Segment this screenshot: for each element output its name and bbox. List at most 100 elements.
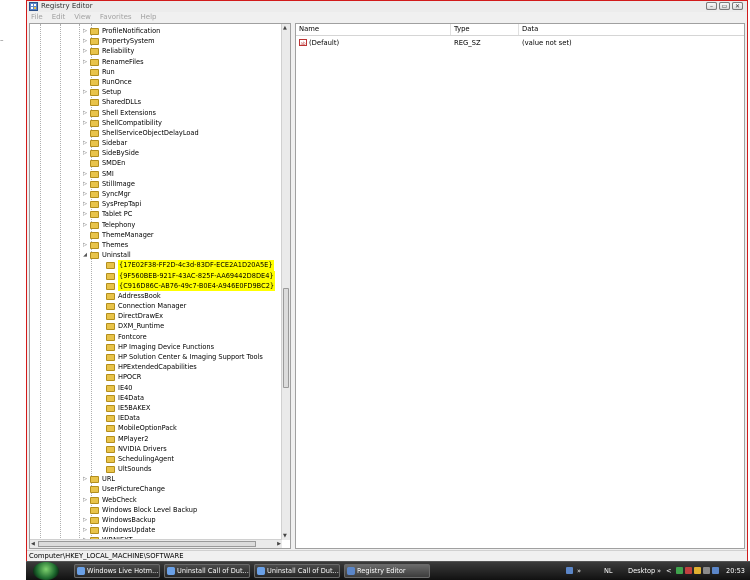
tree-item[interactable]: ShellServiceObjectDelayLoad	[30, 128, 282, 138]
tree-item[interactable]: ▷ StillImage	[30, 179, 282, 189]
expand-icon[interactable]: ▷	[82, 189, 88, 199]
tree-item[interactable]: {9F560BEB-921F-43AC-825F-AA69442D8DE4}	[30, 270, 282, 281]
collapse-icon[interactable]: ◢	[82, 250, 88, 260]
tree-item[interactable]: IEData	[30, 413, 282, 423]
expand-icon[interactable]: ▷	[82, 169, 88, 179]
expand-icon[interactable]: ▷	[82, 87, 88, 97]
tree-h-scroll-thumb[interactable]	[38, 541, 256, 547]
tree-item[interactable]: Fontcore	[30, 332, 282, 342]
tree-item[interactable]: MobileOptionPack	[30, 423, 282, 433]
close-button[interactable]: ✕	[732, 2, 743, 10]
taskbar-button-hotmail[interactable]: Windows Live Hotm...	[74, 564, 160, 578]
tree-item[interactable]: HPExtendedCapabilities	[30, 362, 282, 372]
tree-item[interactable]: ▷ RenameFiles	[30, 57, 282, 67]
expand-icon[interactable]: ▷	[82, 57, 88, 67]
expand-icon[interactable]: ▷	[82, 26, 88, 36]
expand-icon[interactable]: ▷	[82, 209, 88, 219]
tree-item[interactable]: {C916D86C-AB76-49c7-B0E4-A946E0FD9BC2}	[30, 280, 282, 291]
tree-item[interactable]: NVIDIA Drivers	[30, 444, 282, 454]
tree-item[interactable]: Connection Manager	[30, 301, 282, 311]
expand-icon[interactable]: ▷	[82, 46, 88, 56]
clock[interactable]: 20:53	[726, 562, 745, 580]
scroll-up-icon[interactable]: ▲	[283, 25, 287, 31]
tree-item[interactable]: SMDEn	[30, 158, 282, 168]
tree-item[interactable]: MPlayer2	[30, 434, 282, 444]
tree-item[interactable]: ▷ SyncMgr	[30, 189, 282, 199]
registry-tree[interactable]: ▷ ProfileNotification ▷ PropertySystem ▷ Reli…	[29, 23, 291, 549]
windows-start-icon[interactable]	[33, 562, 59, 580]
minimize-button[interactable]: –	[706, 2, 717, 10]
tree-item[interactable]: ThemeManager	[30, 230, 282, 240]
expand-icon[interactable]: ▷	[82, 220, 88, 230]
menu-help[interactable]: Help	[141, 12, 157, 22]
tree-item[interactable]: ▷ ProfileNotification	[30, 26, 282, 36]
tree-item[interactable]: ▷ WindowsBackup	[30, 515, 282, 525]
expand-icon[interactable]: ▷	[82, 474, 88, 484]
security-icon[interactable]	[676, 567, 683, 574]
tree-item[interactable]: RunOnce	[30, 77, 282, 87]
tree-item[interactable]: HP Solution Center & Imaging Support Too…	[30, 352, 282, 362]
maximize-button[interactable]: ▭	[719, 2, 730, 10]
tree-item[interactable]: UltSounds	[30, 464, 282, 474]
expand-icon[interactable]: ▷	[82, 515, 88, 525]
tree-item[interactable]: SchedulingAgent	[30, 454, 282, 464]
tree-item[interactable]: HPOCR	[30, 372, 282, 382]
values-list[interactable]: Name Type Data ab (Default) REG_SZ (valu…	[295, 23, 745, 549]
expand-icon[interactable]: ▷	[82, 199, 88, 209]
expand-icon[interactable]: ▷	[82, 525, 88, 535]
tree-item[interactable]: ◢ Uninstall	[30, 250, 282, 260]
taskbar-button-uninstall-2[interactable]: Uninstall Call of Dut...	[254, 564, 340, 578]
tree-item[interactable]: SharedDLLs	[30, 97, 282, 107]
value-row[interactable]: ab (Default) REG_SZ (value not set)	[296, 38, 744, 48]
tray-expand-icon[interactable]: <	[666, 562, 672, 580]
taskbar-button-registry-editor[interactable]: Registry Editor	[344, 564, 430, 578]
tree-vertical-scrollbar[interactable]: ▲ ▼	[281, 24, 290, 540]
tray-chevron[interactable]: »	[577, 562, 581, 580]
tree-item[interactable]: HP Imaging Device Functions	[30, 342, 282, 352]
tree-item[interactable]: ▷ ShellCompatibility	[30, 118, 282, 128]
language-indicator[interactable]: NL	[604, 562, 613, 580]
expand-icon[interactable]: ▷	[82, 495, 88, 505]
expand-icon[interactable]: ▷	[82, 148, 88, 158]
tree-item[interactable]: ▷ PropertySystem	[30, 36, 282, 46]
taskbar-button-uninstall-1[interactable]: Uninstall Call of Dut...	[164, 564, 250, 578]
network-icon[interactable]	[566, 567, 573, 574]
tree-item[interactable]: DXM_Runtime	[30, 321, 282, 331]
expand-icon[interactable]: ▷	[82, 118, 88, 128]
tree-horizontal-scrollbar[interactable]: ◀ ▶	[30, 539, 282, 548]
scroll-right-icon[interactable]: ▶	[277, 541, 281, 547]
column-header-name[interactable]: Name	[296, 24, 451, 35]
tree-item[interactable]: ▷ Telephony	[30, 220, 282, 230]
tree-item[interactable]: IE4Data	[30, 393, 282, 403]
menu-file[interactable]: File	[31, 12, 43, 22]
tree-item[interactable]: ▷ Sidebar	[30, 138, 282, 148]
scroll-left-icon[interactable]: ◀	[31, 541, 35, 547]
expand-icon[interactable]: ▷	[82, 240, 88, 250]
expand-icon[interactable]: ▷	[82, 179, 88, 189]
tree-item[interactable]: ▷ URL	[30, 474, 282, 484]
volume-icon[interactable]	[703, 567, 710, 574]
tree-item[interactable]: ▷ SysPrepTapi	[30, 199, 282, 209]
tree-item[interactable]: IE40	[30, 383, 282, 393]
tree-item[interactable]: ▷ SideBySide	[30, 148, 282, 158]
menu-edit[interactable]: Edit	[52, 12, 66, 22]
tree-item[interactable]: UserPictureChange	[30, 484, 282, 494]
tree-item[interactable]: ▷ Reliability	[30, 46, 282, 56]
tree-item[interactable]: IE5BAKEX	[30, 403, 282, 413]
menu-view[interactable]: View	[74, 12, 91, 22]
update-icon[interactable]	[685, 567, 692, 574]
tree-item[interactable]: ▷ WebCheck	[30, 495, 282, 505]
tree-item[interactable]: AddressBook	[30, 291, 282, 301]
menu-favorites[interactable]: Favorites	[100, 12, 132, 22]
tree-item[interactable]: Run	[30, 67, 282, 77]
power-icon[interactable]	[694, 567, 701, 574]
tree-item[interactable]: {17E02F38-FF2D-4c3d-83DF-ECE2A1D20A5E}	[30, 260, 282, 271]
tree-scroll-thumb[interactable]	[283, 288, 289, 388]
expand-icon[interactable]: ▷	[82, 138, 88, 148]
expand-icon[interactable]: ▷	[82, 36, 88, 46]
desktop-toolbar[interactable]: Desktop	[628, 562, 655, 580]
column-header-data[interactable]: Data	[519, 24, 746, 35]
tree-item[interactable]: ▷ Tablet PC	[30, 209, 282, 219]
tree-item[interactable]: Windows Block Level Backup	[30, 505, 282, 515]
network-status-icon[interactable]	[712, 567, 719, 574]
